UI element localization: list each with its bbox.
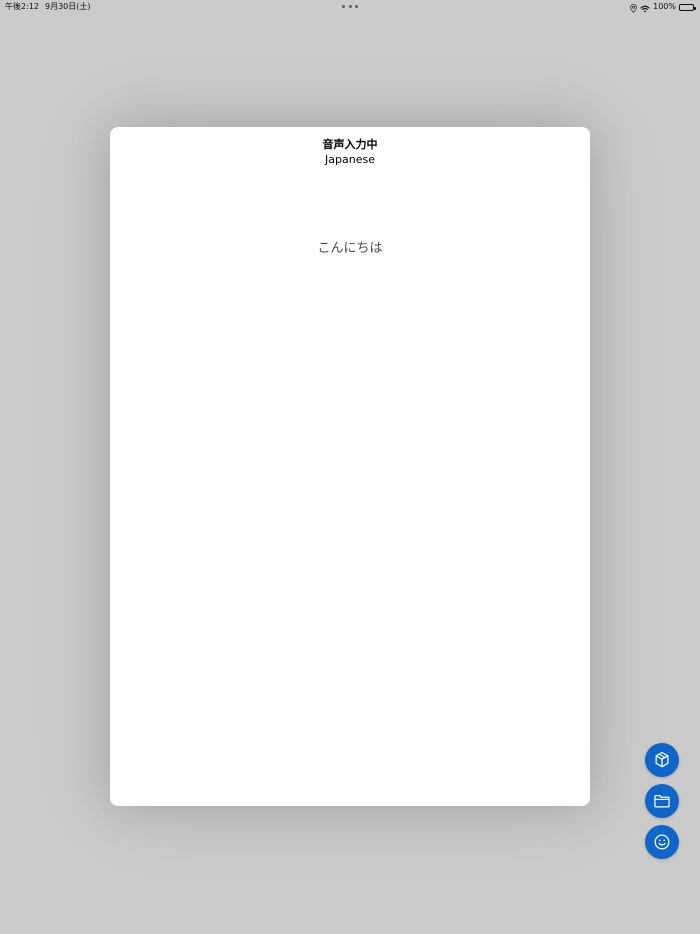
battery-percent: 100% [653,2,676,11]
dot [342,5,345,8]
multitask-dots-icon[interactable] [342,5,358,9]
transcript-text: こんにちは [317,241,383,256]
language-label: Japanese [325,153,375,166]
sheet-title: 音声入力中 [322,138,378,151]
status-time: 午後2:12 [5,2,39,11]
dot [355,5,358,8]
smiley-icon [652,832,672,852]
box-button[interactable] [645,743,679,777]
status-right: 100% [630,2,696,13]
folder-button[interactable] [645,784,679,818]
emoji-button[interactable] [645,825,679,859]
status-date: 9月30日(土) [45,2,91,11]
wifi-icon [640,0,650,17]
battery-icon [679,3,696,11]
location-icon [630,0,637,17]
box-icon [652,750,672,770]
voice-input-sheet: 音声入力中 Japanese こんにちは [110,127,590,806]
folder-icon [652,791,672,811]
dot [348,5,352,8]
status-bar: 午後2:12 9月30日(土) 100% [0,0,700,14]
